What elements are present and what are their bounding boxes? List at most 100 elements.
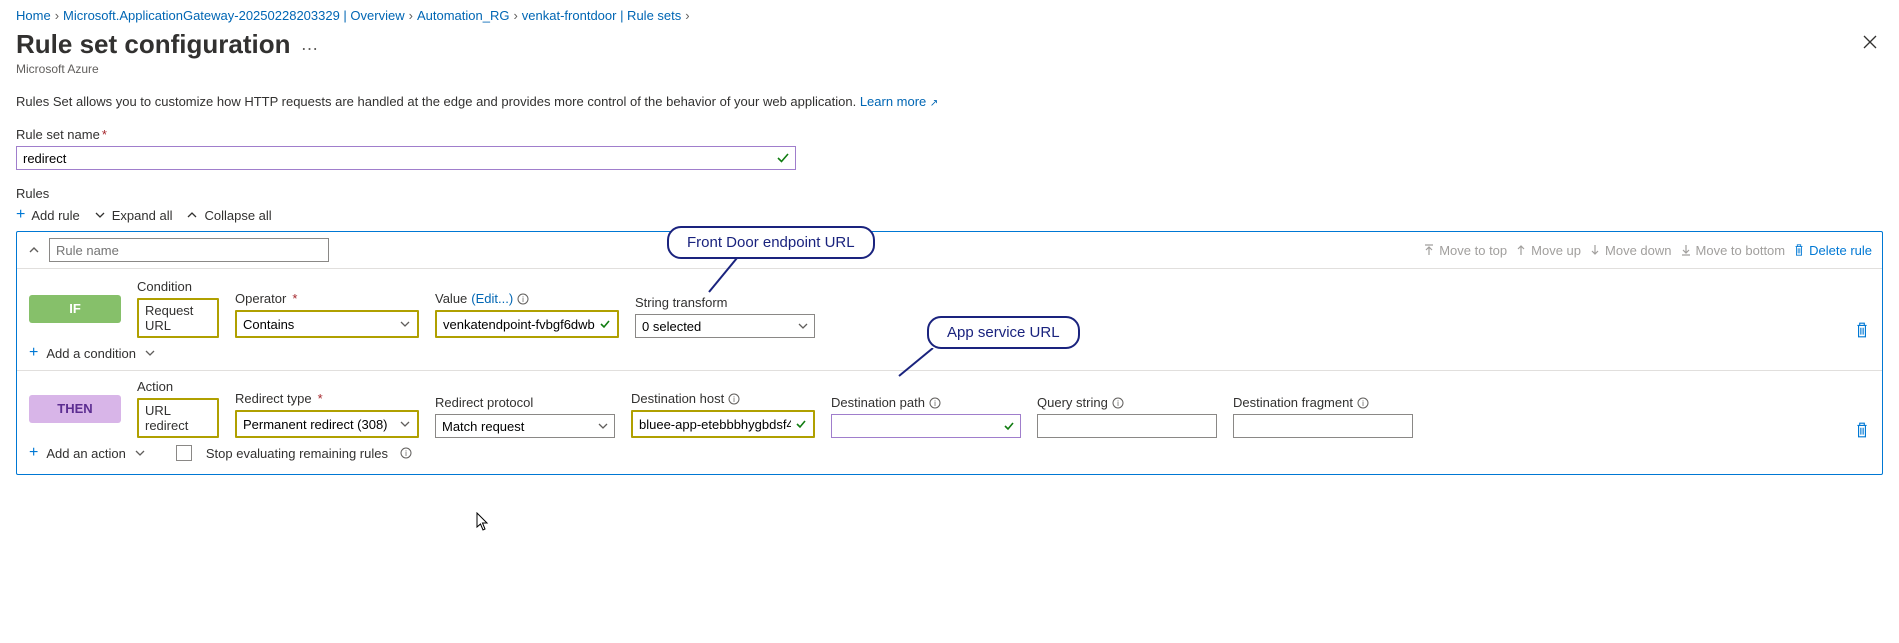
move-to-top-button[interactable]: Move to top <box>1423 243 1507 258</box>
operator-select[interactable] <box>237 312 417 336</box>
info-icon[interactable]: i <box>929 397 941 409</box>
rules-toolbar: + Add rule Expand all Collapse all <box>16 207 1883 223</box>
destination-host-label: Destination host i <box>631 391 815 406</box>
action-value[interactable]: URL redirect <box>137 398 219 438</box>
cursor-icon <box>476 512 490 532</box>
info-icon[interactable]: i <box>1357 397 1369 409</box>
check-icon <box>776 151 790 165</box>
more-actions-icon[interactable]: … <box>300 34 319 55</box>
action-label: Action <box>137 379 219 394</box>
redirect-protocol-label: Redirect protocol <box>435 395 615 410</box>
callout-tail-icon <box>707 258 747 294</box>
add-rule-button[interactable]: + Add rule <box>16 207 80 223</box>
arrow-up-icon <box>1515 244 1527 256</box>
breadcrumb-home[interactable]: Home <box>16 8 51 23</box>
chevron-down-icon <box>94 209 106 221</box>
then-chip: THEN <box>29 395 121 423</box>
svg-text:i: i <box>522 295 524 304</box>
delete-condition-button[interactable] <box>1854 322 1870 338</box>
rules-section-label: Rules <box>16 186 1883 201</box>
move-up-button[interactable]: Move up <box>1515 243 1581 258</box>
breadcrumb: Home › Microsoft.ApplicationGateway-2025… <box>16 8 1883 23</box>
external-link-icon: ↗ <box>930 98 938 109</box>
operator-label: Operator* <box>235 291 419 306</box>
stop-evaluating-checkbox[interactable] <box>176 445 192 461</box>
if-chip: IF <box>29 295 121 323</box>
breadcrumb-rulesets[interactable]: venkat-frontdoor | Rule sets <box>522 8 681 23</box>
info-icon[interactable]: i <box>400 447 412 459</box>
plus-icon: + <box>16 207 25 223</box>
ruleset-name-input[interactable] <box>16 146 796 170</box>
arrow-bottom-icon <box>1680 244 1692 256</box>
destination-path-input[interactable] <box>831 414 1021 438</box>
move-down-button[interactable]: Move down <box>1589 243 1671 258</box>
callout-tail-icon <box>897 348 937 378</box>
check-icon <box>795 418 807 430</box>
check-icon <box>599 318 611 330</box>
then-row: THEN Action URL redirect Redirect type* … <box>29 379 1870 438</box>
chevron-right-icon: › <box>409 8 413 23</box>
trash-icon <box>1854 422 1870 438</box>
callout-appservice: App service URL <box>927 316 1080 349</box>
plus-icon: + <box>29 344 38 362</box>
destination-path-label: Destination path i <box>831 395 1021 410</box>
trash-icon <box>1854 322 1870 338</box>
breadcrumb-appgw[interactable]: Microsoft.ApplicationGateway-20250228203… <box>63 8 405 23</box>
value-label: Value (Edit...) i <box>435 291 619 306</box>
info-icon[interactable]: i <box>1112 397 1124 409</box>
expand-all-button[interactable]: Expand all <box>94 208 173 223</box>
info-icon[interactable]: i <box>728 393 740 405</box>
rule-name-input[interactable] <box>49 238 329 262</box>
plus-icon: + <box>29 444 38 462</box>
string-transform-select[interactable] <box>635 314 815 338</box>
trash-icon <box>1793 244 1805 256</box>
add-action-button[interactable]: + Add an action <box>29 444 146 462</box>
info-icon[interactable]: i <box>517 293 529 305</box>
chevron-right-icon: › <box>513 8 517 23</box>
close-icon <box>1863 35 1877 49</box>
delete-rule-button[interactable]: Delete rule <box>1793 243 1872 258</box>
string-transform-label: String transform <box>635 295 815 310</box>
collapse-all-button[interactable]: Collapse all <box>186 208 271 223</box>
chevron-right-icon: › <box>685 8 689 23</box>
destination-fragment-label: Destination fragment i <box>1233 395 1413 410</box>
collapse-rule-toggle[interactable] <box>27 243 41 257</box>
chevron-up-icon <box>27 243 41 257</box>
destination-host-input[interactable] <box>633 412 813 436</box>
chevron-down-icon <box>134 447 146 459</box>
value-edit-link[interactable]: (Edit...) <box>471 291 513 306</box>
rule-header: Move to top Move up Move down Move to bo… <box>17 232 1882 269</box>
callout-frontdoor: Front Door endpoint URL <box>667 226 875 259</box>
check-icon <box>1003 420 1015 432</box>
delete-action-button[interactable] <box>1854 422 1870 438</box>
value-input[interactable] <box>437 312 617 336</box>
redirect-type-label: Redirect type* <box>235 391 419 406</box>
breadcrumb-rg[interactable]: Automation_RG <box>417 8 510 23</box>
svg-text:i: i <box>1362 399 1364 408</box>
condition-label: Condition <box>137 279 219 294</box>
chevron-up-icon <box>186 209 198 221</box>
move-to-bottom-button[interactable]: Move to bottom <box>1680 243 1786 258</box>
stop-evaluating-label: Stop evaluating remaining rules <box>206 446 388 461</box>
destination-fragment-input[interactable] <box>1233 414 1413 438</box>
svg-text:i: i <box>934 399 936 408</box>
condition-value[interactable]: Request URL <box>137 298 219 338</box>
chevron-down-icon <box>144 347 156 359</box>
ruleset-name-label: Rule set name* <box>16 127 1883 142</box>
close-button[interactable] <box>1857 29 1883 55</box>
chevron-right-icon: › <box>55 8 59 23</box>
svg-text:i: i <box>405 449 407 458</box>
description-text: Rules Set allows you to customize how HT… <box>16 94 1883 109</box>
redirect-type-select[interactable] <box>237 412 417 436</box>
svg-text:i: i <box>733 395 735 404</box>
arrow-top-icon <box>1423 244 1435 256</box>
query-string-input[interactable] <box>1037 414 1217 438</box>
page-title: Rule set configuration <box>16 29 290 60</box>
svg-text:i: i <box>1117 399 1119 408</box>
rule-card: Front Door endpoint URL App service URL … <box>16 231 1883 475</box>
query-string-label: Query string i <box>1037 395 1217 410</box>
redirect-protocol-select[interactable] <box>435 414 615 438</box>
page-subtitle: Microsoft Azure <box>16 62 319 76</box>
arrow-down-icon <box>1589 244 1601 256</box>
learn-more-link[interactable]: Learn more ↗ <box>860 94 939 109</box>
